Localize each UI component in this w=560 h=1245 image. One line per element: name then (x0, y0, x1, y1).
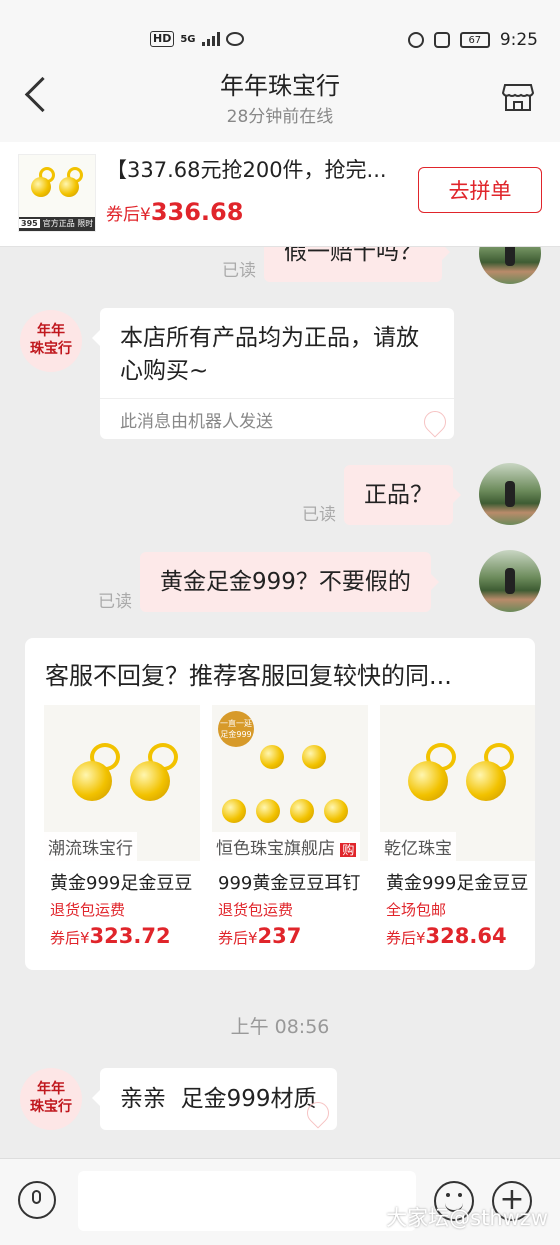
signal-icon (201, 32, 220, 46)
shop-name: 乾亿珠宝 (380, 832, 456, 861)
message-text: 亲亲 足金999材质 (120, 1086, 317, 1112)
user-avatar[interactable] (479, 550, 541, 612)
status-left: HD 5G (150, 31, 244, 47)
user-avatar[interactable] (479, 463, 541, 525)
clock: 9:25 (499, 30, 538, 50)
store-icon[interactable] (502, 82, 534, 112)
recommended-product[interactable]: 一直一延 足金999 恒色珠宝旗舰店 购 999黄金豆豆耳钉 退货包运费 券后¥… (212, 705, 368, 948)
product-tag: 退货包运费 (50, 901, 126, 919)
product-image[interactable]: 潮流珠宝行 (44, 705, 200, 861)
product-price: 券后¥336.68 (106, 198, 244, 226)
message-bubble-left[interactable]: 本店所有产品均为正品，请放心购买~ 此消息由机器人发送 (92, 308, 454, 439)
product-image[interactable]: 乾亿珠宝 (380, 705, 535, 861)
network-type: 5G (180, 33, 196, 45)
product-price: 券后¥328.64 (386, 924, 507, 948)
message-bubble-right[interactable]: 正品？ (344, 465, 461, 525)
status-right: 67 9:25 (407, 30, 538, 50)
read-receipt: 已读 (302, 505, 336, 525)
product-name: 999黄金豆豆耳钉 (218, 873, 361, 894)
product-name: 黄金999足金豆豆 (50, 873, 193, 894)
product-price: 券后¥323.72 (50, 924, 171, 948)
shop-avatar[interactable]: 年年 珠宝行 (20, 1068, 82, 1130)
battery-icon: 67 (459, 32, 490, 48)
chat-header: 年年珠宝行 28分钟前在线 (0, 62, 560, 142)
thumbnail-tag: 395官方正品 限时优惠 (19, 217, 95, 242)
message-input[interactable] (78, 1171, 416, 1231)
chat-title: 年年珠宝行 (220, 72, 340, 100)
voice-input-icon[interactable] (18, 1181, 56, 1219)
shop-badge: 购 (340, 843, 357, 857)
alarm-icon (407, 32, 424, 48)
shop-avatar[interactable]: 年年 珠宝行 (20, 310, 82, 372)
read-receipt: 已读 (98, 592, 132, 612)
message-bubble-left[interactable]: 亲亲 足金999材质 (92, 1068, 337, 1130)
message-timestamp: 上午 08:56 (230, 1016, 330, 1038)
shop-name: 潮流珠宝行 (44, 832, 137, 861)
product-bar-content: 395 官方正品 限时优惠 【337.68元抢200件，抢完... 券后¥336.… (0, 142, 560, 246)
product-name: 【337.68元抢200件，抢完... (106, 158, 387, 182)
product-tag: 全场包邮 (386, 901, 447, 919)
recommendation-title: 客服不回复？推荐客服回复较快的同... (45, 662, 452, 690)
recommendation-card: 客服不回复？推荐客服回复较快的同... 潮流珠宝行 黄金999足金豆豆 退货包运… (25, 638, 535, 970)
gold-badge-icon: 一直一延 足金999 (218, 711, 254, 747)
watermark-text: 大家坛@sthwzw (386, 1206, 548, 1230)
hd-indicator: HD (150, 31, 175, 47)
product-name: 黄金999足金豆豆 (386, 873, 529, 894)
message-bubble-right[interactable]: 黄金足金999？不要假的 (140, 552, 439, 612)
product-image[interactable]: 一直一延 足金999 恒色珠宝旗舰店 购 (212, 705, 368, 861)
online-status: 28分钟前在线 (226, 107, 334, 127)
wechat-icon (225, 32, 244, 46)
robot-note: 此消息由机器人发送 (100, 398, 454, 436)
shop-name: 恒色珠宝旗舰店 购 (212, 832, 361, 861)
group-buy-button[interactable]: 去拼单 (418, 167, 542, 213)
product-tag: 退货包运费 (218, 901, 294, 919)
recommended-product[interactable]: 乾亿珠宝 黄金999足金豆豆 全场包邮 券后¥328.64 (380, 705, 535, 948)
status-bar: HD 5G 67 9:25 (0, 0, 560, 62)
product-price: 券后¥237 (218, 924, 302, 948)
mute-icon (433, 32, 450, 48)
read-receipt: 已读 (222, 261, 256, 281)
recommended-product[interactable]: 潮流珠宝行 黄金999足金豆豆 退货包运费 券后¥323.72 (44, 705, 200, 948)
product-thumbnail[interactable]: 395官方正品 限时优惠 (18, 154, 96, 242)
message-text: 本店所有产品均为正品，请放心购买~ (120, 325, 419, 384)
